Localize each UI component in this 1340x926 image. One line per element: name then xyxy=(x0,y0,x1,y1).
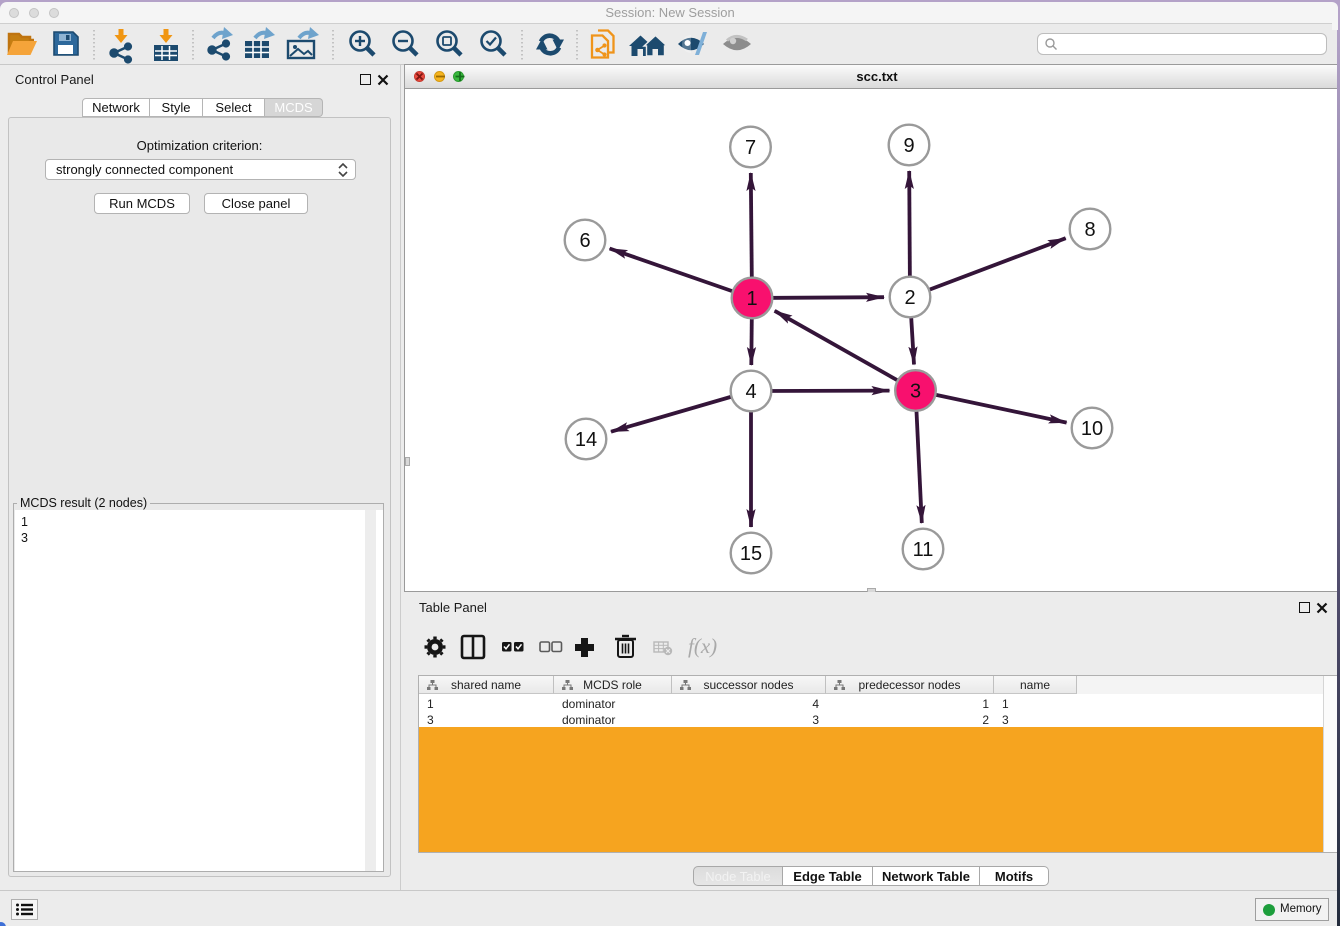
svg-text:9: 9 xyxy=(903,135,914,157)
svg-text:7: 7 xyxy=(745,137,756,159)
svg-text:14: 14 xyxy=(575,429,597,451)
svg-text:6: 6 xyxy=(579,230,590,252)
svg-text:3: 3 xyxy=(910,381,921,403)
svg-text:8: 8 xyxy=(1084,219,1095,241)
svg-text:15: 15 xyxy=(740,543,762,565)
svg-text:11: 11 xyxy=(913,539,934,561)
svg-text:4: 4 xyxy=(745,381,756,403)
svg-text:1: 1 xyxy=(746,288,757,310)
svg-text:2: 2 xyxy=(904,287,915,309)
svg-text:f(x): f(x) xyxy=(688,634,717,658)
svg-text:10: 10 xyxy=(1081,418,1103,440)
